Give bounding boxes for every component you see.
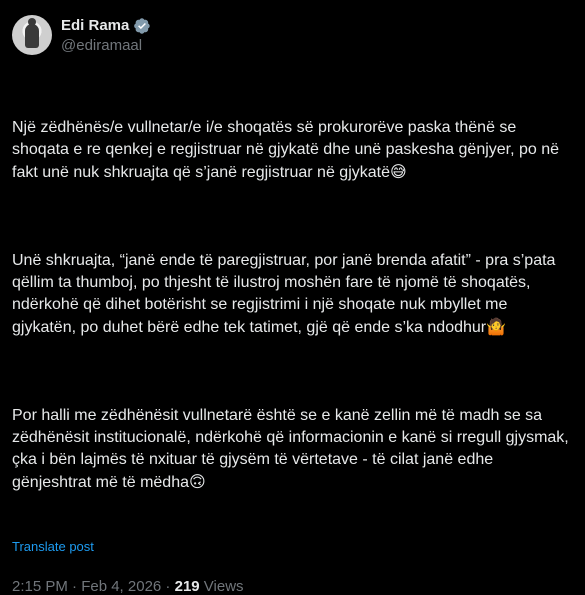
- post-paragraph-2: Unë shkruajta, “janë ende të paregjistru…: [12, 250, 569, 339]
- post-paragraph-text: Por halli me zëdhënësit vullnetarë është…: [12, 407, 574, 491]
- post: Edi Rama @ediramaal Një zëdhënës/e vulln…: [0, 0, 585, 595]
- author-handle[interactable]: @ediramaal: [61, 37, 151, 54]
- post-text: Një zëdhënës/e vullnetar/e i/e shoqatës …: [12, 73, 569, 538]
- views-count: 219: [174, 578, 200, 595]
- upside-down-face-emoji-icon: 🙃: [189, 472, 206, 491]
- post-paragraph-1: Një zëdhënës/e vullnetar/e i/e shoqatës …: [12, 117, 569, 184]
- post-header: Edi Rama @ediramaal: [12, 12, 569, 58]
- avatar-figure: [25, 18, 39, 48]
- post-timestamp[interactable]: 2:15 PM · Feb 4, 2026: [12, 578, 161, 595]
- shrug-emoji-icon: 🤷: [486, 317, 507, 336]
- meta-separator: ·: [161, 578, 175, 595]
- avatar[interactable]: [12, 15, 52, 55]
- author-display-name[interactable]: Edi Rama: [61, 17, 129, 34]
- translate-post-link[interactable]: Translate post: [12, 539, 94, 554]
- post-paragraph-3: Por halli me zëdhënësit vullnetarë është…: [12, 405, 569, 494]
- author-names: Edi Rama @ediramaal: [61, 17, 151, 54]
- name-row: Edi Rama: [61, 17, 151, 35]
- views-label: Views: [199, 578, 244, 595]
- post-paragraph-text: Një zëdhënës/e vullnetar/e i/e shoqatës …: [12, 119, 564, 181]
- sweat-smile-emoji-icon: 😅: [390, 162, 407, 181]
- post-paragraph-text: Unë shkruajta, “janë ende të paregjistru…: [12, 252, 560, 336]
- post-meta: 2:15 PM · Feb 4, 2026 · 219 Views: [12, 578, 569, 595]
- verified-badge-icon: [134, 17, 151, 34]
